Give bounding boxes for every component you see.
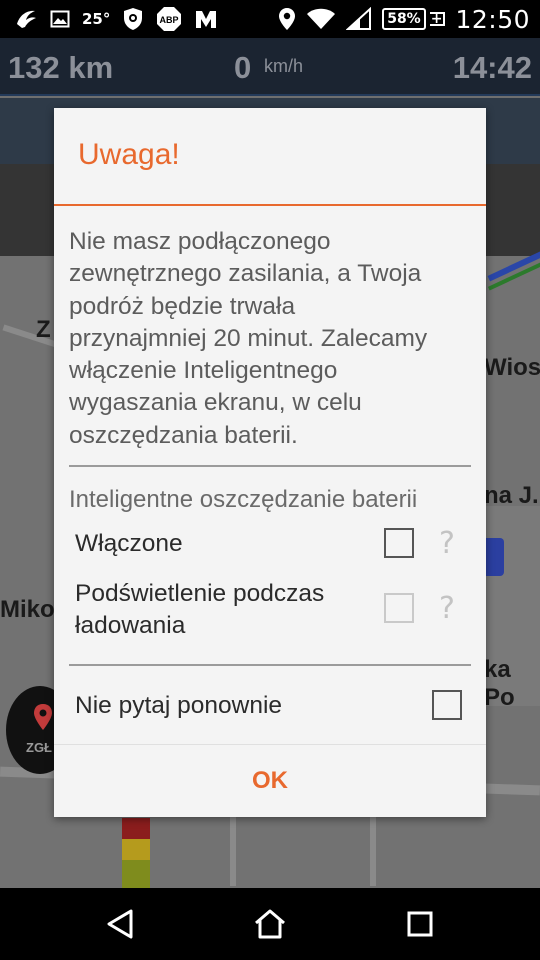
image-icon bbox=[50, 9, 70, 29]
home-icon bbox=[255, 909, 285, 939]
option-label-line: Włączone bbox=[75, 530, 183, 557]
dialog-title: Uwaga! bbox=[78, 138, 180, 171]
clock: 12:50 bbox=[455, 4, 530, 34]
recents-button[interactable] bbox=[400, 906, 440, 942]
m-app-icon bbox=[194, 8, 218, 30]
wifi-icon bbox=[306, 7, 336, 31]
adblock-badge-text: ABP bbox=[160, 15, 179, 25]
battery-indicator: 58% bbox=[382, 8, 426, 30]
remaining-distance: 132 km bbox=[8, 50, 114, 85]
option-enabled-checkbox[interactable] bbox=[384, 528, 414, 558]
cell-signal-icon bbox=[346, 7, 372, 31]
help-icon[interactable]: ? bbox=[434, 527, 460, 561]
option-label-line: ładowania bbox=[75, 612, 186, 639]
map-label: na J. bbox=[484, 482, 539, 509]
home-button[interactable] bbox=[250, 906, 290, 942]
option-enabled-label: Włączone bbox=[75, 528, 183, 560]
current-speed: 0 bbox=[234, 50, 252, 85]
arrival-time: 14:42 bbox=[452, 50, 532, 85]
battery-charging-icon: + bbox=[429, 11, 446, 27]
system-icons: 58% + 12:50 bbox=[278, 4, 530, 34]
app-notification-icon bbox=[14, 8, 38, 30]
temperature-text: 25° bbox=[82, 10, 111, 28]
system-navigation-bar bbox=[0, 888, 540, 960]
message-line: wygaszania ekranu, w celu bbox=[69, 389, 362, 417]
section-divider bbox=[69, 465, 471, 467]
report-button-label: ZGŁ bbox=[26, 740, 52, 755]
battery-saving-section-header: Inteligentne oszczędzanie baterii bbox=[69, 486, 418, 513]
title-divider bbox=[54, 204, 486, 206]
back-icon bbox=[107, 909, 133, 939]
battery-warning-dialog: Uwaga! Nie masz podłączonego zewnętrzneg… bbox=[54, 108, 486, 817]
message-line: Nie masz podłączonego bbox=[69, 228, 331, 255]
recents-icon bbox=[407, 911, 433, 937]
dialog-message: Nie masz podłączonego zewnętrznego zasil… bbox=[69, 226, 479, 452]
message-line: oszczędzania baterii. bbox=[69, 421, 298, 449]
message-line: podróż będzie trwała bbox=[69, 292, 296, 320]
battery-percent: 58% bbox=[387, 11, 421, 27]
map-label: Miko bbox=[0, 596, 55, 623]
adblock-icon: ABP bbox=[156, 6, 182, 32]
notification-icons: 25° ABP bbox=[14, 6, 218, 32]
map-label: Z bbox=[36, 316, 51, 343]
back-button[interactable] bbox=[100, 906, 140, 942]
ok-button[interactable]: OK bbox=[54, 745, 486, 817]
speed-unit: km/h bbox=[264, 56, 304, 76]
message-line: zewnętrznego zasilania, a Twoja bbox=[69, 260, 422, 288]
map-label: Wiosc bbox=[484, 354, 540, 381]
help-icon[interactable]: ? bbox=[434, 592, 460, 626]
option-backlight-charging-checkbox[interactable] bbox=[384, 593, 414, 623]
message-line: przynajmniej 20 minut. Zalecamy bbox=[69, 324, 428, 352]
shield-icon bbox=[122, 7, 144, 31]
option-label-line: Podświetlenie podczas bbox=[75, 580, 325, 607]
traffic-route-strip bbox=[122, 818, 150, 888]
navigation-info-panel: 132 km 0 km/h 14:42 bbox=[0, 38, 540, 96]
location-icon bbox=[278, 7, 296, 31]
status-bar: 25° ABP 58% + 12:50 bbox=[0, 0, 540, 38]
map-label: ka Po bbox=[484, 656, 515, 711]
message-line: włączenie Inteligentnego bbox=[69, 357, 338, 385]
option-backlight-charging-label: Podświetlenie podczas ładowania bbox=[75, 578, 324, 642]
dont-ask-again-checkbox[interactable] bbox=[432, 690, 462, 720]
dont-ask-again-label: Nie pytaj ponownie bbox=[75, 692, 283, 719]
section-divider bbox=[69, 664, 471, 666]
